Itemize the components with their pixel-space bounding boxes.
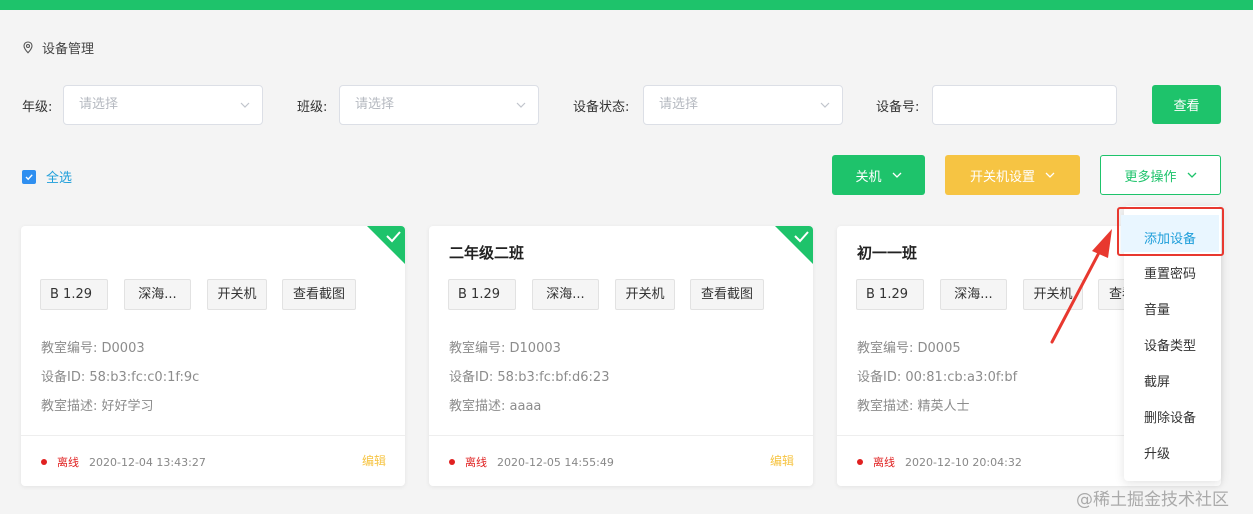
edit-link[interactable]: 编辑 bbox=[770, 452, 794, 469]
classroom-no: 教室编号: D0005 bbox=[857, 341, 961, 356]
offline-dot-icon bbox=[41, 459, 47, 465]
classroom-no: 教室编号: D10003 bbox=[449, 341, 561, 356]
device-no-label: 设备号: bbox=[876, 100, 920, 115]
classroom-no: 教室编号: D0003 bbox=[41, 341, 145, 356]
select-all-label: 全选 bbox=[46, 171, 73, 186]
device-card[interactable]: 二年级二班 B 1.29 深海... 开关机 查看截图 教室编号: D10003… bbox=[429, 226, 813, 486]
timestamp: 2020-12-04 13:43:27 bbox=[89, 455, 206, 469]
chevron-down-icon bbox=[240, 102, 250, 108]
classroom-description: 教室描述: 精英人士 bbox=[857, 399, 970, 414]
location-pin-icon bbox=[23, 41, 33, 54]
card-title: 二年级二班 bbox=[449, 244, 525, 262]
chevron-down-icon bbox=[1187, 172, 1196, 178]
class-select[interactable]: 请选择 bbox=[339, 85, 539, 125]
search-button[interactable]: 查看 bbox=[1152, 85, 1221, 124]
class-label: 班级: bbox=[297, 100, 328, 115]
status-badge: 离线 bbox=[465, 456, 487, 469]
card-divider bbox=[429, 435, 813, 436]
view-screenshot-button[interactable]: 查看截图 bbox=[282, 279, 356, 310]
annotation-highlight-box bbox=[1117, 207, 1224, 256]
device-status-label: 设备状态: bbox=[573, 100, 630, 115]
checkbox-checked-icon bbox=[22, 169, 36, 184]
device-id: 设备ID: 58:b3:fc:bf:d6:23 bbox=[449, 370, 610, 385]
card-footer: 离线 2020-12-04 13:43:27 bbox=[41, 454, 206, 470]
power-toggle-button[interactable]: 开关机 bbox=[615, 279, 675, 310]
offline-dot-icon bbox=[857, 459, 863, 465]
version-tag: B 1.29 bbox=[448, 279, 516, 310]
selected-check-icon bbox=[367, 226, 405, 264]
filter-bar: 年级: 请选择 班级: 请选择 设备状态: 请选择 设备号: 查看 bbox=[0, 85, 1253, 125]
status-badge: 离线 bbox=[873, 456, 895, 469]
top-bar bbox=[0, 0, 1253, 10]
chevron-down-icon bbox=[1045, 172, 1055, 178]
power-settings-button[interactable]: 开关机设置 bbox=[945, 155, 1080, 195]
search-button-label: 查看 bbox=[1173, 99, 1200, 114]
more-actions-button-label: 更多操作 bbox=[1124, 169, 1177, 185]
shutdown-button[interactable]: 关机 bbox=[832, 155, 925, 195]
group-tag: 深海... bbox=[124, 279, 191, 310]
version-tag: B 1.29 bbox=[40, 279, 108, 310]
menu-item-reset-password[interactable]: 重置密码 bbox=[1144, 263, 1196, 282]
grade-placeholder: 请选择 bbox=[79, 97, 119, 112]
watermark: @稀土掘金技术社区 bbox=[1076, 490, 1229, 510]
card-footer: 离线 2020-12-05 14:55:49 bbox=[449, 454, 614, 470]
more-actions-button[interactable]: 更多操作 bbox=[1100, 155, 1221, 195]
edit-link[interactable]: 编辑 bbox=[362, 452, 386, 469]
view-screenshot-button[interactable]: 查看截图 bbox=[690, 279, 764, 310]
classroom-description: 教室描述: aaaa bbox=[449, 399, 542, 414]
selected-check-icon bbox=[775, 226, 813, 264]
breadcrumb-label: 设备管理 bbox=[42, 42, 95, 57]
menu-item-upgrade[interactable]: 升级 bbox=[1144, 443, 1170, 462]
group-tag: 深海... bbox=[940, 279, 1007, 310]
chevron-down-icon bbox=[516, 102, 526, 108]
grade-label: 年级: bbox=[22, 100, 53, 115]
breadcrumb: 设备管理 bbox=[22, 38, 94, 57]
version-tag: B 1.29 bbox=[856, 279, 924, 310]
status-badge: 离线 bbox=[57, 456, 79, 469]
device-id: 设备ID: 00:81:cb:a3:0f:bf bbox=[857, 370, 1018, 385]
card-divider bbox=[21, 435, 405, 436]
menu-item-delete-device[interactable]: 删除设备 bbox=[1144, 407, 1196, 426]
grade-select[interactable]: 请选择 bbox=[63, 85, 263, 125]
power-toggle-button[interactable]: 开关机 bbox=[207, 279, 267, 310]
offline-dot-icon bbox=[449, 459, 455, 465]
card-title: 初一一班 bbox=[857, 244, 918, 262]
menu-item-volume[interactable]: 音量 bbox=[1144, 299, 1170, 318]
power-settings-button-label: 开关机设置 bbox=[969, 169, 1035, 185]
device-id: 设备ID: 58:b3:fc:c0:1f:9c bbox=[41, 370, 200, 385]
classroom-description: 教室描述: 好好学习 bbox=[41, 399, 154, 414]
menu-item-screenshot[interactable]: 截屏 bbox=[1144, 371, 1170, 390]
device-card[interactable]: B 1.29 深海... 开关机 查看截图 教室编号: D0003 设备ID: … bbox=[21, 226, 405, 486]
class-placeholder: 请选择 bbox=[355, 97, 395, 112]
device-no-input[interactable] bbox=[932, 85, 1117, 125]
group-tag: 深海... bbox=[532, 279, 599, 310]
menu-item-device-type[interactable]: 设备类型 bbox=[1144, 335, 1196, 354]
shutdown-button-label: 关机 bbox=[855, 169, 882, 185]
card-footer: 离线 2020-12-10 20:04:32 bbox=[857, 454, 1022, 470]
select-all-checkbox[interactable]: 全选 bbox=[22, 167, 72, 186]
annotation-arrow-icon bbox=[1050, 229, 1112, 344]
chevron-down-icon bbox=[820, 102, 830, 108]
timestamp: 2020-12-05 14:55:49 bbox=[497, 455, 614, 469]
timestamp: 2020-12-10 20:04:32 bbox=[905, 455, 1022, 469]
device-status-select[interactable]: 请选择 bbox=[643, 85, 843, 125]
device-status-placeholder: 请选择 bbox=[659, 97, 699, 112]
chevron-down-icon bbox=[892, 172, 901, 178]
